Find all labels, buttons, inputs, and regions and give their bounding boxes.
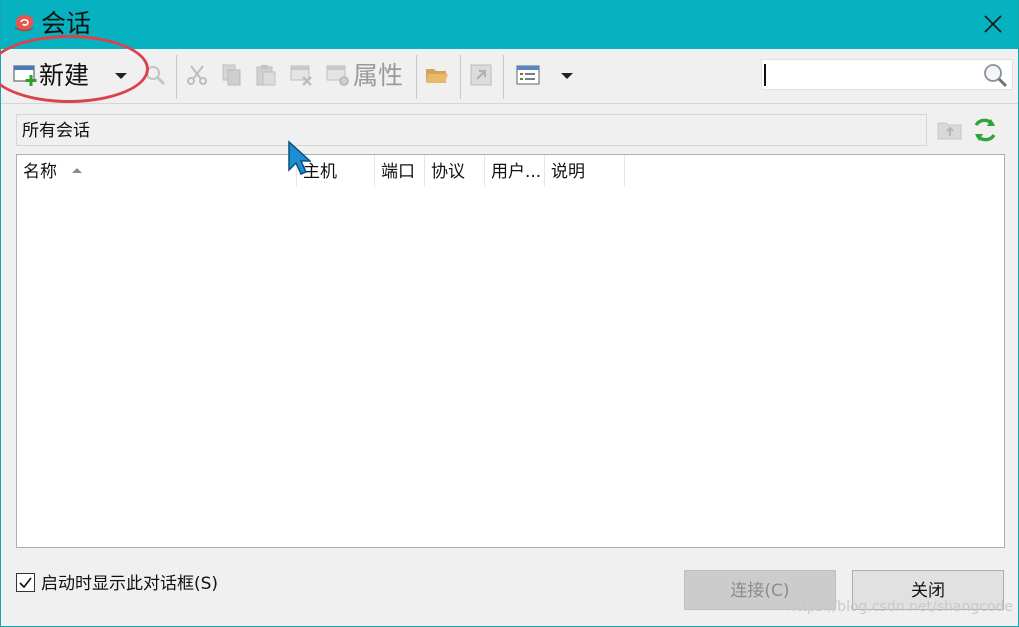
window-title: 会话: [41, 9, 92, 38]
column-header-label: 用户...: [491, 162, 542, 182]
properties-icon[interactable]: [326, 63, 350, 87]
checkmark-icon: [19, 577, 32, 589]
search-input[interactable]: [761, 59, 1013, 90]
close-window-icon[interactable]: [983, 14, 1003, 34]
copy-icon[interactable]: [220, 63, 244, 87]
breadcrumb-label: 所有会话: [22, 121, 90, 141]
column-header-protocol[interactable]: 协议: [425, 155, 485, 187]
new-session-icon[interactable]: [13, 63, 37, 87]
sessions-dialog: 会话 新建 属性 所有会话 名称 主机 端口 协议 用户... 说明 启动时显示…: [0, 0, 1019, 627]
properties-button[interactable]: 属性: [353, 60, 403, 92]
text-caret: [764, 64, 766, 86]
session-list[interactable]: 名称 主机 端口 协议 用户... 说明: [16, 154, 1005, 548]
startup-checkbox-label[interactable]: 启动时显示此对话框(S): [41, 572, 218, 596]
column-header-label: 名称: [23, 162, 57, 182]
breadcrumb: 所有会话: [16, 114, 927, 146]
column-header-user[interactable]: 用户...: [485, 155, 545, 187]
shortcut-icon[interactable]: [469, 63, 493, 87]
delete-icon[interactable]: [290, 63, 314, 87]
toolbar-divider: [176, 55, 177, 99]
startup-checkbox[interactable]: [16, 573, 35, 592]
column-header-label: 端口: [381, 162, 415, 182]
toolbar-divider: [416, 55, 417, 99]
column-header-label: 说明: [551, 162, 585, 182]
watermark-text: https://blog.csdn.net/shangcode: [787, 599, 1014, 615]
view-dropdown-chevron-down-icon[interactable]: [561, 73, 573, 79]
column-header-port[interactable]: 端口: [375, 155, 425, 187]
title-bar: 会话: [1, 0, 1018, 49]
paste-icon[interactable]: [254, 63, 278, 87]
search-icon[interactable]: [982, 62, 1008, 88]
new-dropdown-chevron-down-icon[interactable]: [115, 73, 127, 79]
column-header-description[interactable]: 说明: [545, 155, 625, 187]
cut-icon[interactable]: [185, 63, 209, 87]
column-header-name[interactable]: 名称: [17, 155, 296, 187]
app-logo-icon: [14, 15, 34, 32]
search-session-icon: [146, 66, 166, 86]
new-button[interactable]: 新建: [39, 60, 89, 92]
mouse-pointer-icon: [288, 140, 311, 175]
folder-up-icon[interactable]: [937, 118, 963, 142]
open-folder-icon[interactable]: [425, 63, 449, 87]
toolbar: 新建 属性: [1, 49, 1018, 104]
column-header-label: 协议: [431, 162, 465, 182]
sort-ascending-icon: [72, 168, 82, 173]
view-list-icon[interactable]: [516, 63, 540, 87]
toolbar-divider: [503, 55, 504, 99]
refresh-icon[interactable]: [971, 116, 999, 144]
toolbar-divider: [460, 55, 461, 99]
